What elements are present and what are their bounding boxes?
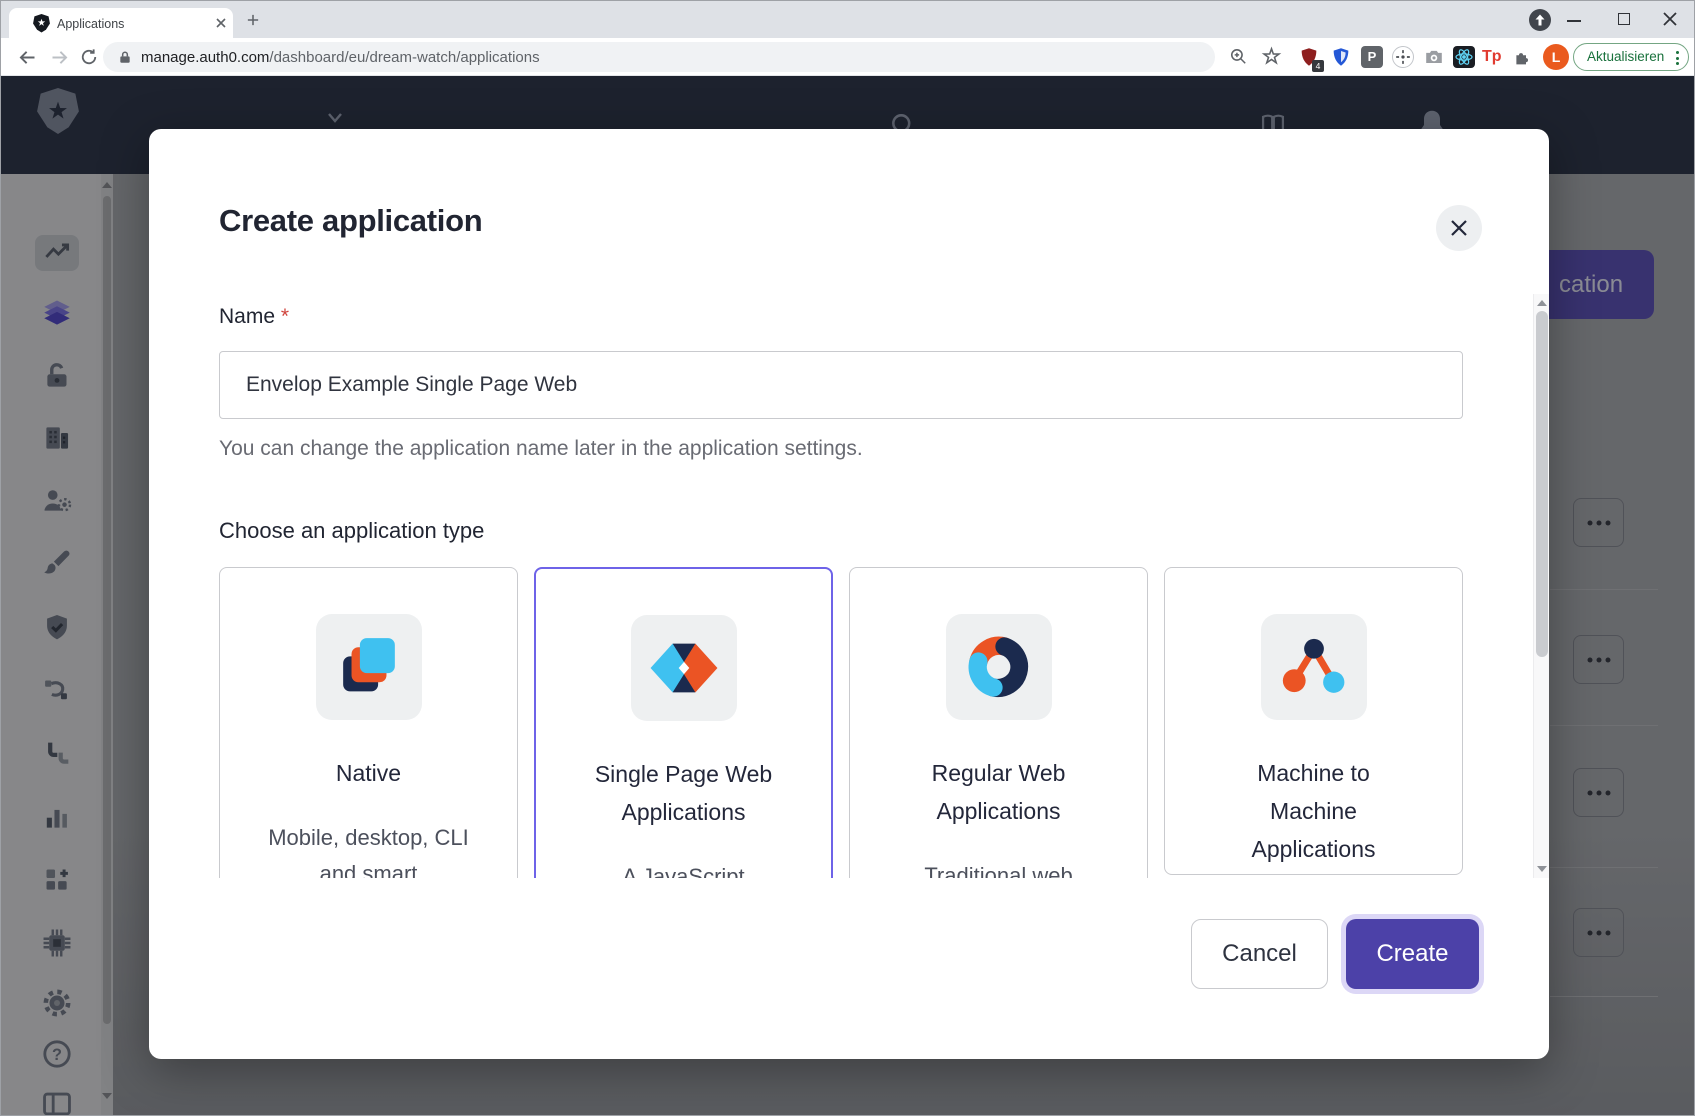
spa-icon [631, 615, 737, 721]
browser-titlebar: Applications [1, 1, 1695, 38]
modal-scrollbar[interactable] [1533, 294, 1549, 878]
modal-scroll-up-icon[interactable] [1537, 300, 1547, 306]
chrome-profile-avatar[interactable]: L [1543, 44, 1569, 70]
update-button-label: Aktualisieren [1587, 49, 1664, 64]
auth0-favicon [33, 14, 50, 33]
native-icon [316, 614, 422, 720]
chrome-update-icon[interactable] [1529, 9, 1551, 31]
camera-extension-icon[interactable] [1423, 46, 1445, 68]
regular-web-icon [946, 614, 1052, 720]
p-extension-icon[interactable]: P [1361, 46, 1383, 68]
update-button[interactable]: Aktualisieren [1573, 43, 1689, 71]
ublock-extension-icon[interactable]: 4 [1298, 46, 1320, 68]
m2m-icon [1261, 614, 1367, 720]
url-domain: manage.auth0.com [141, 49, 269, 66]
tab-close-icon[interactable] [213, 15, 229, 31]
modal-title: Create application [219, 203, 482, 239]
modal-scrollbar-thumb[interactable] [1536, 311, 1548, 657]
card-machine-to-machine[interactable]: Machine to Machine Applications [1164, 567, 1463, 875]
application-type-heading: Choose an application type [219, 518, 484, 544]
card-description: Mobile, desktop, CLI and smart [266, 820, 471, 878]
application-type-cards: Native Mobile, desktop, CLI and smart Si… [219, 567, 1463, 878]
cancel-button[interactable]: Cancel [1191, 919, 1328, 989]
ublock-badge: 4 [1312, 60, 1324, 72]
card-title: Native [275, 754, 463, 792]
zoom-page-icon[interactable] [1229, 47, 1248, 66]
browser-toolbar: manage.auth0.com/dashboard/eu/dream-watc… [1, 38, 1695, 76]
new-tab-icon[interactable] [247, 14, 259, 26]
close-icon [1448, 217, 1470, 239]
create-application-modal: Create application Name * You can change… [149, 129, 1549, 1059]
forward-icon[interactable] [49, 47, 70, 68]
browser-tab[interactable]: Applications [9, 8, 233, 38]
application-name-input[interactable] [219, 351, 1463, 419]
extensions-puzzle-icon[interactable] [1512, 46, 1534, 68]
target-extension-icon[interactable] [1392, 46, 1414, 68]
card-title: Single Page Web Applications [590, 755, 778, 831]
screen: Applications [0, 0, 1695, 1116]
react-devtools-extension-icon[interactable] [1453, 46, 1475, 68]
url-path: /dashboard/eu/dream-watch/applications [269, 49, 539, 66]
tp-extension-icon[interactable]: Tp [1482, 46, 1504, 68]
modal-close-button[interactable] [1436, 205, 1482, 251]
reload-icon[interactable] [79, 47, 99, 67]
ssl-lock-icon[interactable] [118, 50, 132, 65]
card-title: Machine to Machine Applications [1220, 754, 1408, 868]
url-text: manage.auth0.com/dashboard/eu/dream-watc… [141, 49, 540, 66]
required-asterisk: * [281, 305, 289, 328]
modal-scroll-down-icon[interactable] [1537, 866, 1547, 872]
window-minimize-button[interactable] [1567, 20, 1581, 22]
card-native[interactable]: Native Mobile, desktop, CLI and smart [219, 567, 518, 878]
bookmark-star-icon[interactable] [1261, 46, 1282, 67]
name-help-text: You can change the application name late… [219, 437, 863, 461]
window-maximize-button[interactable] [1618, 13, 1630, 25]
create-button[interactable]: Create [1346, 919, 1479, 989]
card-regular-web[interactable]: Regular Web Applications Traditional web [849, 567, 1148, 878]
bitwarden-extension-icon[interactable] [1330, 46, 1352, 68]
update-menu-dots-icon[interactable] [1676, 51, 1679, 68]
card-description: A JavaScript [581, 859, 786, 878]
card-single-page-web[interactable]: Single Page Web Applications A JavaScrip… [534, 567, 833, 878]
tab-title: Applications [57, 17, 124, 31]
card-title: Regular Web Applications [905, 754, 1093, 830]
name-field-label: Name * [219, 305, 289, 329]
window-close-button[interactable] [1662, 11, 1678, 27]
card-description: Traditional web [896, 858, 1101, 878]
back-icon[interactable] [17, 47, 38, 68]
url-bar[interactable]: manage.auth0.com/dashboard/eu/dream-watc… [103, 42, 1215, 72]
